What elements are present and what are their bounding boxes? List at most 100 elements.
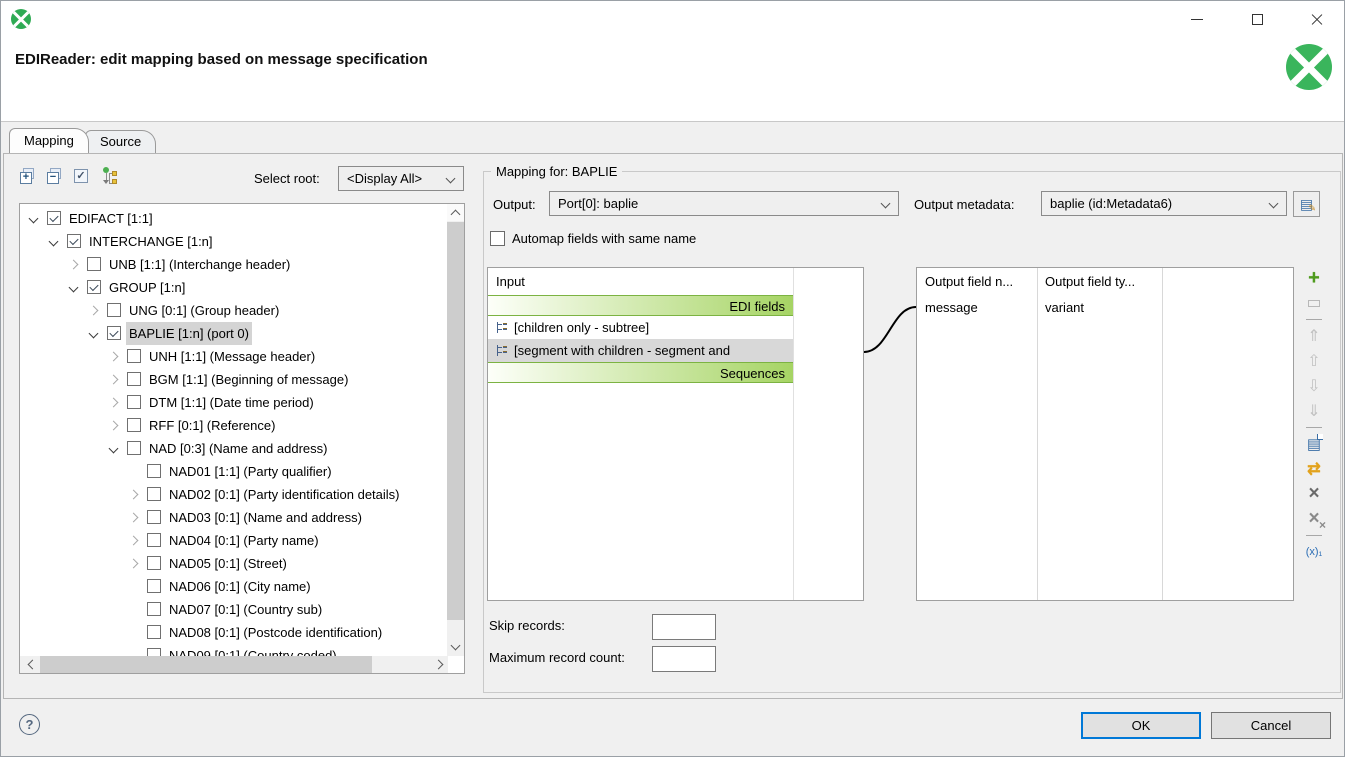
- ok-button[interactable]: OK: [1081, 712, 1201, 739]
- clear-mapping-icon[interactable]: ×: [1302, 482, 1326, 506]
- output-column-header[interactable]: Output field n...: [917, 268, 1037, 295]
- scroll-down-icon[interactable]: [447, 638, 464, 655]
- tree-item[interactable]: UNH [1:1] (Message header): [20, 345, 448, 368]
- input-field-row[interactable]: [children only - subtree]: [488, 316, 863, 339]
- tree-item[interactable]: RFF [0:1] (Reference): [20, 414, 448, 437]
- tree-item-checkbox[interactable]: [127, 418, 141, 432]
- tree-item-checkbox[interactable]: [147, 625, 161, 639]
- collapsed-chevron-icon[interactable]: [129, 513, 139, 523]
- remove-field-icon[interactable]: [1302, 291, 1326, 315]
- output-column-header[interactable]: Output field ty...: [1037, 268, 1162, 295]
- tree-item[interactable]: UNG [0:1] (Group header): [20, 299, 448, 322]
- automap-checkbox[interactable]: [490, 231, 505, 246]
- tree-item[interactable]: NAD01 [1:1] (Party qualifier): [20, 460, 448, 483]
- tree-item-checkbox[interactable]: [127, 372, 141, 386]
- tree-horizontal-scrollbar[interactable]: [20, 656, 448, 673]
- collapsed-chevron-icon[interactable]: [109, 398, 119, 408]
- auto-map-icon[interactable]: ⇄: [1302, 457, 1326, 481]
- output-port-combobox[interactable]: Port[0]: baplie: [549, 191, 899, 216]
- scroll-left-icon[interactable]: [22, 656, 39, 673]
- cancel-button[interactable]: Cancel: [1211, 712, 1331, 739]
- tab-source[interactable]: Source: [85, 130, 156, 153]
- maximize-button[interactable]: [1241, 7, 1273, 31]
- tree-item-checkbox[interactable]: [127, 349, 141, 363]
- tree-item-checkbox[interactable]: [67, 234, 81, 248]
- tree-item[interactable]: NAD08 [0:1] (Postcode identification): [20, 621, 448, 644]
- tree-item-checkbox[interactable]: [147, 487, 161, 501]
- tree-item-checkbox[interactable]: [127, 441, 141, 455]
- tree-item[interactable]: INTERCHANGE [1:n]: [20, 230, 448, 253]
- subtree-icon: [497, 345, 509, 356]
- collapsed-chevron-icon[interactable]: [109, 421, 119, 431]
- minimize-button[interactable]: [1181, 7, 1213, 31]
- tree-item-checkbox[interactable]: [87, 280, 101, 294]
- expanded-chevron-icon[interactable]: [49, 237, 59, 247]
- help-button[interactable]: ?: [19, 714, 40, 735]
- clear-all-mappings-icon[interactable]: ×: [1302, 507, 1326, 531]
- add-field-icon[interactable]: +: [1302, 266, 1326, 290]
- tree-item[interactable]: NAD [0:3] (Name and address): [20, 437, 448, 460]
- expand-all-icon[interactable]: +: [19, 167, 38, 186]
- tree-item[interactable]: EDIFACT [1:1]: [20, 207, 448, 230]
- tree-item[interactable]: NAD09 [0:1] (Country coded): [20, 644, 448, 656]
- collapsed-chevron-icon[interactable]: [89, 306, 99, 316]
- expanded-chevron-icon[interactable]: [69, 283, 79, 293]
- collapsed-chevron-icon[interactable]: [129, 536, 139, 546]
- skip-records-input[interactable]: [652, 614, 716, 640]
- collapsed-chevron-icon[interactable]: [109, 352, 119, 362]
- tree-order-icon[interactable]: [100, 167, 119, 186]
- check-elements-icon[interactable]: ✓: [73, 167, 92, 186]
- tree-item[interactable]: NAD06 [0:1] (City name): [20, 575, 448, 598]
- scroll-up-icon[interactable]: [447, 204, 464, 221]
- expanded-chevron-icon[interactable]: [109, 444, 119, 454]
- move-bottom-icon[interactable]: ⇓: [1302, 399, 1326, 423]
- tree-item-checkbox[interactable]: [147, 648, 161, 656]
- edit-metadata-button[interactable]: ▤ ✎: [1293, 191, 1320, 217]
- occurrences-icon[interactable]: (x)₁: [1302, 540, 1326, 564]
- vertical-scroll-thumb[interactable]: [447, 222, 464, 620]
- tree-item-checkbox[interactable]: [147, 579, 161, 593]
- tree-item-checkbox[interactable]: [107, 303, 121, 317]
- collapsed-chevron-icon[interactable]: [109, 375, 119, 385]
- tree-item[interactable]: GROUP [1:n]: [20, 276, 448, 299]
- tree-item-checkbox[interactable]: [127, 395, 141, 409]
- expanded-chevron-icon[interactable]: [29, 214, 39, 224]
- tree-item[interactable]: BGM [1:1] (Beginning of message): [20, 368, 448, 391]
- tree-item[interactable]: NAD05 [0:1] (Street): [20, 552, 448, 575]
- output-metadata-combobox[interactable]: baplie (id:Metadata6): [1041, 191, 1287, 216]
- tree-item-checkbox[interactable]: [147, 602, 161, 616]
- move-up-icon[interactable]: ⇧: [1302, 349, 1326, 373]
- tree-item-checkbox[interactable]: [147, 464, 161, 478]
- tree-item-checkbox[interactable]: [47, 211, 61, 225]
- tree-item[interactable]: NAD02 [0:1] (Party identification detail…: [20, 483, 448, 506]
- collapsed-chevron-icon[interactable]: [129, 490, 139, 500]
- close-button[interactable]: [1301, 7, 1333, 31]
- move-top-icon[interactable]: ⇑: [1302, 324, 1326, 348]
- tree-item[interactable]: UNB [1:1] (Interchange header): [20, 253, 448, 276]
- expanded-chevron-icon[interactable]: [89, 329, 99, 339]
- tree-item-checkbox[interactable]: [147, 510, 161, 524]
- tree-item-checkbox[interactable]: [107, 326, 121, 340]
- collapse-all-icon[interactable]: −: [46, 167, 65, 186]
- scroll-right-icon[interactable]: [431, 656, 448, 673]
- tree-item[interactable]: DTM [1:1] (Date time period): [20, 391, 448, 414]
- tree-item[interactable]: BAPLIE [1:n] (port 0): [20, 322, 448, 345]
- tree-item-checkbox[interactable]: [87, 257, 101, 271]
- horizontal-scroll-thumb[interactable]: [40, 656, 372, 673]
- input-field-row[interactable]: [segment with children - segment and: [488, 339, 793, 362]
- tree-item[interactable]: NAD04 [0:1] (Party name): [20, 529, 448, 552]
- collapsed-chevron-icon[interactable]: [129, 559, 139, 569]
- tree-item-checkbox[interactable]: [147, 533, 161, 547]
- tree-item[interactable]: NAD03 [0:1] (Name and address): [20, 506, 448, 529]
- tab-mapping[interactable]: Mapping: [9, 128, 89, 153]
- output-column-header[interactable]: [1162, 268, 1293, 295]
- tree-item-checkbox[interactable]: [147, 556, 161, 570]
- tree-item[interactable]: NAD07 [0:1] (Country sub): [20, 598, 448, 621]
- select-root-combobox[interactable]: <Display All>: [338, 166, 464, 191]
- new-metadata-icon[interactable]: ▤: [1302, 432, 1326, 456]
- output-table-row[interactable]: messagevariant: [917, 295, 1293, 320]
- tree-vertical-scrollbar[interactable]: [447, 204, 464, 656]
- move-down-icon[interactable]: ⇩: [1302, 374, 1326, 398]
- collapsed-chevron-icon[interactable]: [69, 260, 79, 270]
- max-record-count-input[interactable]: [652, 646, 716, 672]
